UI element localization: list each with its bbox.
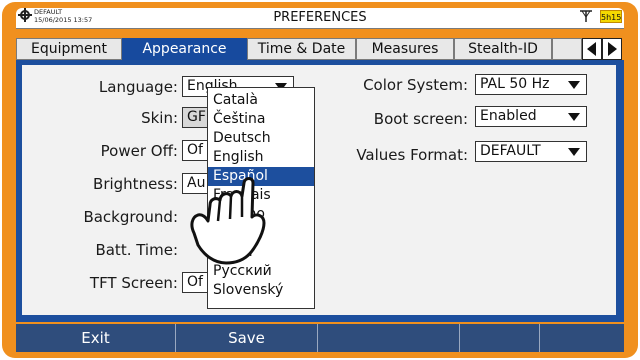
values-format-value: DEFAULT — [480, 143, 541, 159]
chevron-down-icon — [568, 81, 580, 89]
power-off-label: Power Off: — [100, 142, 178, 160]
tab-overflow — [552, 38, 582, 60]
tab-stealth-id[interactable]: Stealth-ID — [454, 38, 552, 60]
tab-equipment[interactable]: Equipment — [16, 38, 122, 60]
language-option[interactable]: Čeština — [208, 110, 314, 129]
chevron-down-icon — [568, 113, 580, 121]
pointing-hand-icon — [190, 177, 266, 265]
boot-screen-select[interactable]: Enabled — [475, 106, 587, 127]
boot-screen-value: Enabled — [480, 108, 537, 124]
tft-screen-label: TFT Screen: — [89, 274, 178, 292]
tab-time-date[interactable]: Time & Date — [247, 38, 356, 60]
save-button[interactable]: Save — [176, 324, 318, 352]
tab-appearance[interactable]: Appearance — [122, 38, 247, 60]
softkey-4[interactable] — [460, 324, 540, 352]
softkey-bar: Exit Save — [16, 324, 624, 352]
page-title: PREFERENCES — [273, 10, 367, 25]
values-format-select[interactable]: DEFAULT — [475, 141, 587, 162]
arrow-right-icon — [608, 42, 617, 56]
skin-label: Skin: — [141, 109, 178, 127]
language-option[interactable]: Slovenský — [208, 281, 314, 300]
language-label: Language: — [98, 78, 178, 96]
brightness-label: Brightness: — [93, 175, 178, 193]
color-system-value: PAL 50 Hz — [480, 76, 550, 92]
background-label: Background: — [83, 208, 178, 226]
skin-value: GF — [187, 109, 206, 125]
chevron-down-icon — [568, 148, 580, 156]
color-system-select[interactable]: PAL 50 Hz — [475, 74, 587, 95]
boot-screen-label: Boot screen: — [373, 110, 468, 128]
battery-indicator: 5h15 — [600, 10, 622, 23]
softkey-5[interactable] — [540, 324, 624, 352]
language-option[interactable]: Deutsch — [208, 129, 314, 148]
color-system-label: Color System: — [363, 76, 468, 94]
status-bar: DEFAULT 15/06/2015 13:57 PREFERENCES 5h1… — [16, 8, 624, 29]
values-format-label: Values Format: — [356, 146, 468, 164]
tab-prev-button[interactable] — [582, 38, 602, 60]
tab-bar: Equipment Appearance Time & Date Measure… — [16, 38, 624, 60]
exit-button[interactable]: Exit — [16, 324, 176, 352]
antenna-icon — [580, 10, 592, 22]
language-option[interactable]: Català — [208, 91, 314, 110]
tft-screen-value: Of — [187, 274, 203, 290]
tab-measures[interactable]: Measures — [356, 38, 454, 60]
arrow-left-icon — [587, 42, 596, 56]
tab-next-button[interactable] — [602, 38, 622, 60]
power-off-value: Of — [187, 142, 203, 158]
batt-time-label: Batt. Time: — [95, 241, 178, 259]
softkey-3[interactable] — [318, 324, 460, 352]
